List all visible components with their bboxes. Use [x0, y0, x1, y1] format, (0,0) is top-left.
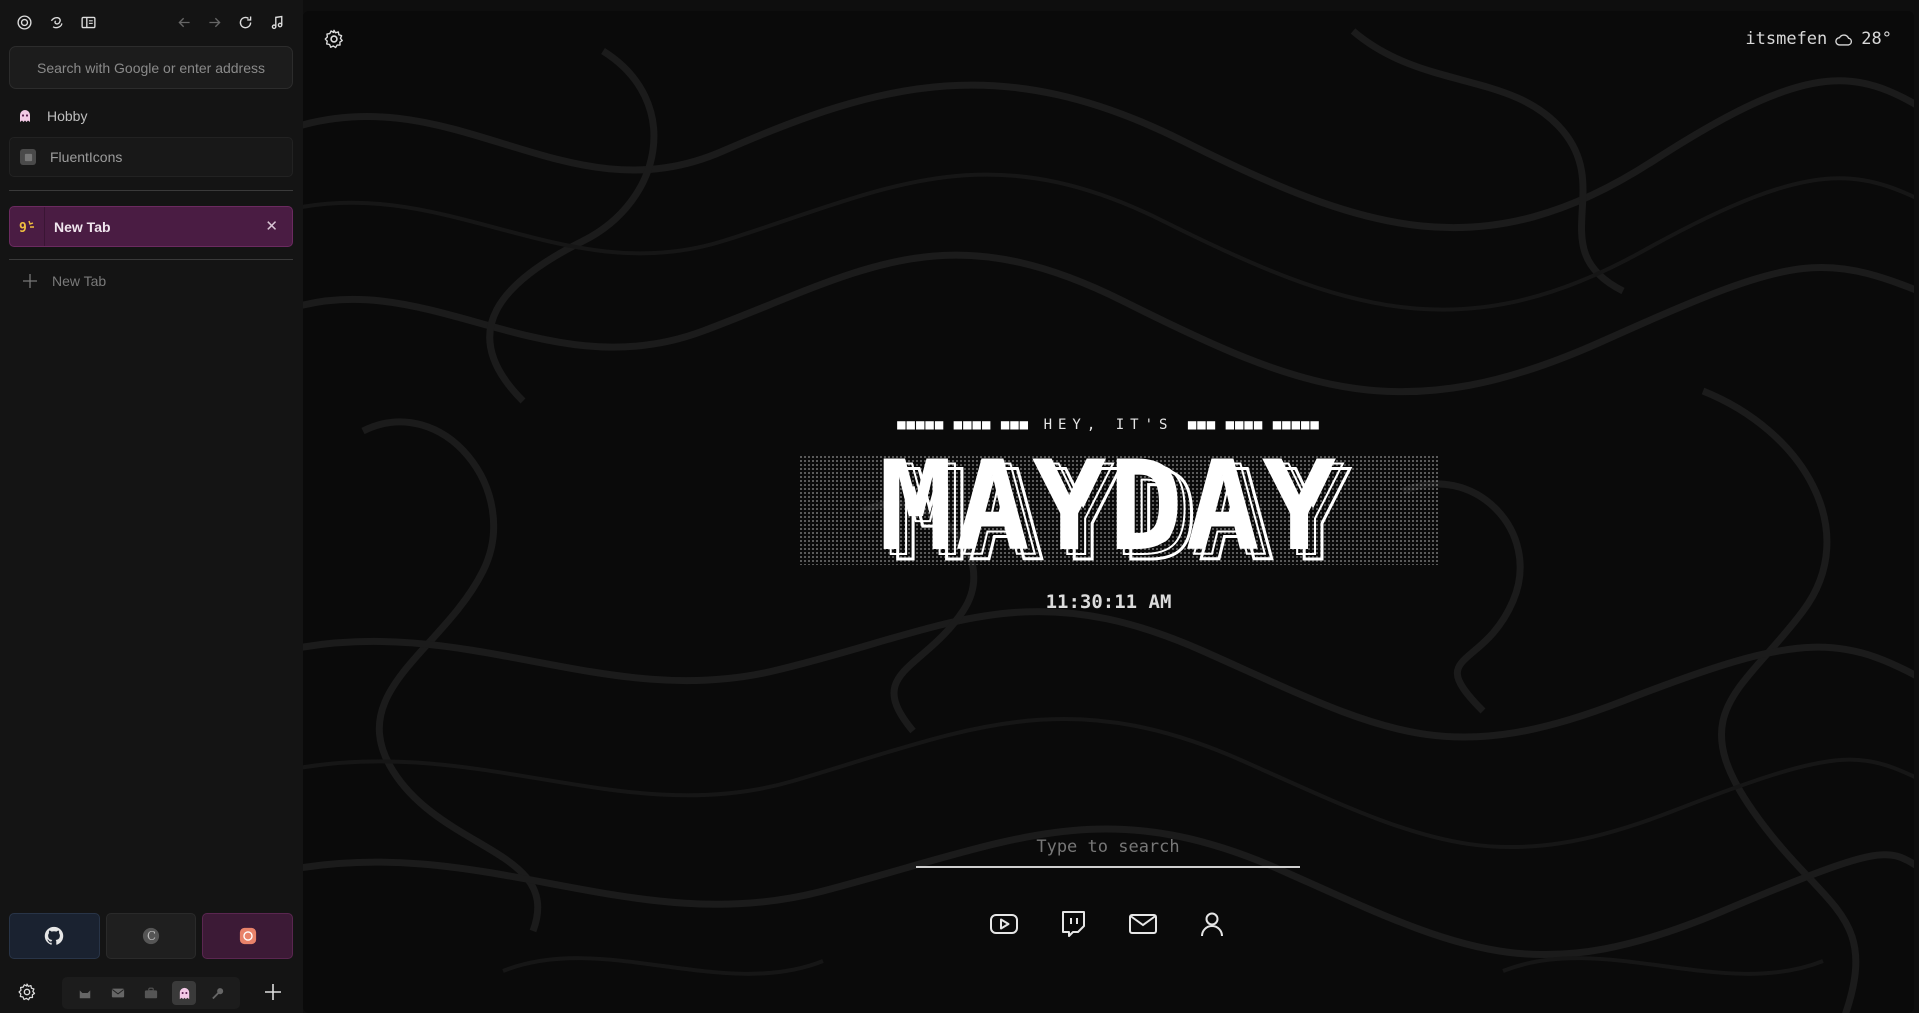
greeting-text: HEY, IT'S: [1043, 417, 1174, 433]
sidebar: Search with Google or enter address Hobb…: [0, 0, 303, 1013]
mayday-logo: MAYDAY MAYDAY MAYDAY: [759, 435, 1459, 581]
cloud-icon: [1835, 33, 1853, 46]
pink-circle-icon: [239, 927, 256, 945]
cat-icon: [79, 990, 90, 999]
folder-hobby[interactable]: Hobby: [17, 106, 287, 126]
profile-link[interactable]: [1196, 908, 1228, 940]
youtube-link[interactable]: [988, 908, 1020, 940]
ghost-icon: [17, 108, 33, 124]
sidebar-settings-button[interactable]: [17, 982, 37, 1002]
sidebar-toggle-button[interactable]: [78, 12, 98, 32]
new-tab-label: New Tab: [52, 273, 107, 289]
search-box: [916, 828, 1300, 868]
essential-pink-site[interactable]: [202, 913, 294, 959]
page-settings-button[interactable]: [323, 28, 345, 50]
greeting-blocks-left: ■■■■■ ■■■■ ■■■: [897, 417, 1030, 433]
url-bar-placeholder: Search with Google or enter address: [36, 59, 265, 76]
media-button[interactable]: [267, 12, 287, 32]
plus-icon: [23, 274, 37, 288]
new-tab-favicon: 9: [10, 207, 45, 246]
twitch-icon: [1062, 911, 1086, 937]
essential-github[interactable]: [9, 913, 100, 959]
clock: 11:30:11 AM: [1045, 591, 1172, 613]
tab-new-tab-active[interactable]: 9 New Tab ✕: [9, 206, 293, 247]
briefcase-icon: [144, 987, 158, 999]
search-input[interactable]: [916, 828, 1300, 866]
browser-menu-button[interactable]: [14, 12, 34, 32]
logo-container: MAYDAY MAYDAY MAYDAY: [303, 435, 1914, 581]
sidebar-layout-icon: [80, 16, 96, 28]
music-note-icon: [271, 15, 282, 29]
workspace-switcher: [62, 977, 240, 1009]
weather-widget: itsmefen 28°: [1745, 29, 1892, 49]
space-mail[interactable]: [106, 981, 130, 1005]
reload-button[interactable]: [235, 12, 255, 32]
newtab-divider: [9, 259, 293, 260]
sidebar-toolbar: [14, 12, 289, 32]
greeting: ■■■■■ ■■■■ ■■■ HEY, IT'S ■■■ ■■■■ ■■■■■: [303, 417, 1914, 433]
mail-link[interactable]: [1127, 908, 1159, 940]
username: itsmefen: [1745, 29, 1828, 49]
reload-icon: [239, 16, 251, 28]
fluenticons-favicon: [20, 149, 36, 165]
swirl-icon: [50, 16, 62, 28]
folder-label: Hobby: [47, 108, 88, 124]
new-tab-page: itsmefen 28° ■■■■■ ■■■■ ■■■ HEY, IT'S ■■…: [303, 11, 1914, 1013]
essentials-bar: C: [9, 913, 294, 959]
wrench-icon: [212, 988, 224, 1000]
pinned-tab-label: FluentIcons: [50, 149, 123, 165]
gear-icon: [324, 29, 343, 49]
pinned-tab-fluenticons[interactable]: FluentIcons: [9, 137, 293, 177]
youtube-icon: [990, 914, 1018, 934]
new-space-button[interactable]: [263, 982, 283, 1002]
back-button[interactable]: [174, 12, 194, 32]
svg-text:9: 9: [19, 221, 27, 236]
plus-icon: [265, 984, 281, 1000]
logo-text: MAYDAY: [878, 435, 1339, 579]
close-tab-icon[interactable]: ✕: [265, 217, 278, 235]
space-cat[interactable]: [73, 981, 97, 1005]
temperature: 28°: [1861, 29, 1892, 49]
mail-icon: [1128, 914, 1157, 934]
concentric-circle-icon: [16, 14, 32, 30]
forward-button[interactable]: [204, 12, 224, 32]
twitch-link[interactable]: [1057, 908, 1089, 940]
gear-icon: [18, 983, 36, 1001]
greeting-blocks-right: ■■■ ■■■■ ■■■■■: [1187, 417, 1320, 433]
zen-button[interactable]: [46, 12, 66, 32]
new-tab-button[interactable]: New Tab: [22, 273, 106, 289]
space-briefcase[interactable]: [139, 981, 163, 1005]
c-letter-icon: C: [142, 927, 160, 945]
sidebar-bottom-bar: [0, 974, 303, 1010]
mail-icon: [111, 988, 124, 998]
quick-links: [988, 908, 1228, 942]
arrow-left-icon: [177, 17, 190, 27]
space-ghost[interactable]: [172, 981, 197, 1005]
essential-c-site[interactable]: C: [105, 913, 197, 959]
url-bar[interactable]: Search with Google or enter address: [9, 46, 293, 89]
tab-label: New Tab: [54, 218, 111, 235]
profile-icon: [1200, 912, 1223, 937]
ghost-icon: [179, 987, 189, 999]
github-icon: [45, 926, 64, 945]
tabs-divider: [9, 190, 293, 191]
space-wrench[interactable]: [205, 981, 229, 1005]
arrow-right-icon: [208, 17, 221, 27]
svg-text:C: C: [147, 929, 156, 943]
